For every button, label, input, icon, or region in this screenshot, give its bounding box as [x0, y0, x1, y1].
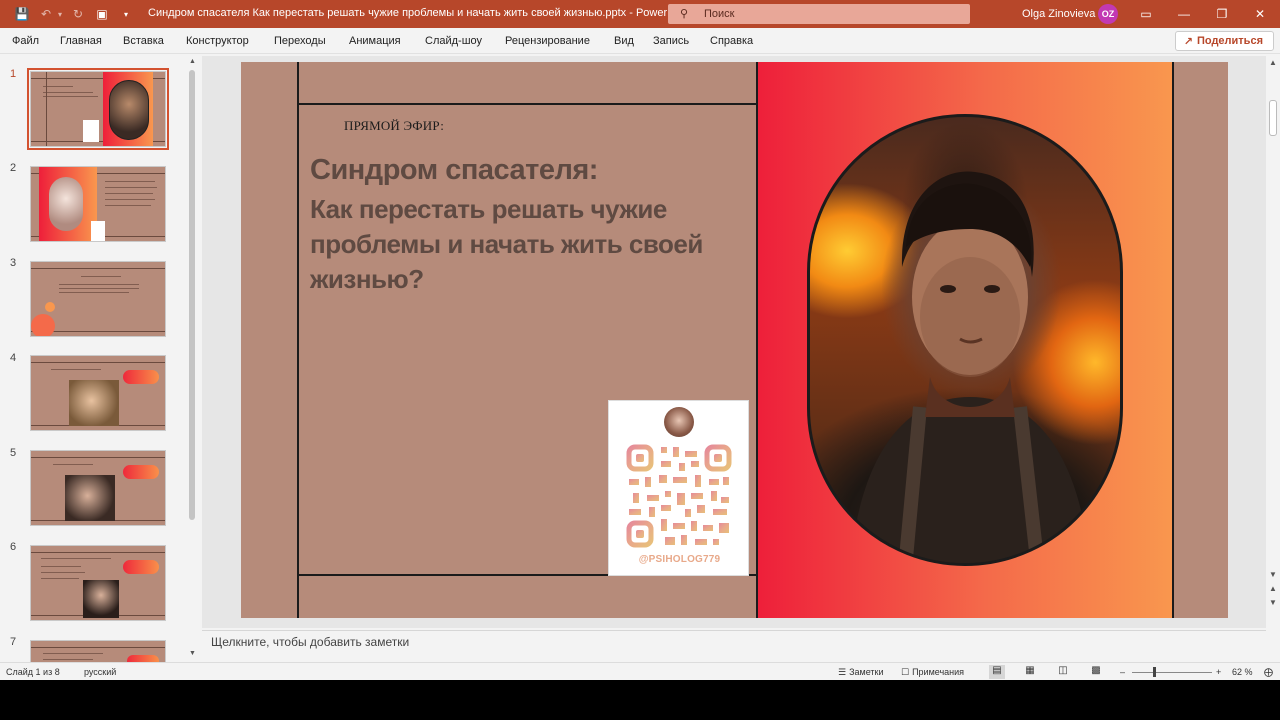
slide-counter: Слайд 1 из 8: [6, 667, 60, 677]
zoom-in-icon[interactable]: +: [1216, 667, 1221, 677]
thumbnail-number: 4: [10, 352, 17, 364]
frame-line: [1172, 62, 1174, 618]
scroll-down-icon[interactable]: ▼: [1269, 570, 1277, 579]
redo-icon[interactable]: ↻: [70, 6, 86, 22]
notes-placeholder: Щелкните, чтобы добавить заметки: [211, 635, 410, 649]
share-icon: ↗: [1183, 35, 1193, 48]
slide-thumbnail-4[interactable]: [30, 355, 166, 431]
previous-slide-icon[interactable]: ▲: [1269, 584, 1277, 593]
reading-view-icon[interactable]: ◫: [1055, 665, 1071, 679]
ribbon-display-icon[interactable]: ▭: [1136, 4, 1156, 24]
comments-button[interactable]: ☐ Примечания: [901, 665, 964, 679]
zoom-slider-thumb[interactable]: [1153, 667, 1156, 677]
slide-subtitle[interactable]: Как перестать решать чужие проблемы и на…: [310, 192, 730, 297]
zoom-level[interactable]: 62 %: [1232, 667, 1253, 677]
thumbnail-number: 1: [10, 68, 17, 80]
qr-card[interactable]: @PSIHOLOG779: [608, 400, 749, 576]
close-icon[interactable]: ✕: [1250, 4, 1270, 24]
frame-line: [297, 103, 757, 105]
next-slide-icon[interactable]: ▼: [1269, 598, 1277, 607]
comment-icon: ☐: [901, 666, 910, 677]
tab-design[interactable]: Конструктор: [186, 35, 249, 47]
slide-kicker[interactable]: ПРЯМОЙ ЭФИР:: [344, 118, 444, 134]
slide-thumbnail-1[interactable]: [27, 68, 169, 150]
slide-thumbnails-pane: 1 2 3 4 5 6 7: [0, 56, 201, 662]
portrait-photo[interactable]: [807, 114, 1123, 566]
slide-thumbnail-2[interactable]: [30, 166, 166, 242]
scroll-up-icon[interactable]: ▲: [189, 58, 196, 65]
slide-thumbnail-6[interactable]: [30, 545, 166, 621]
qr-handle: @PSIHOLOG779: [638, 554, 721, 565]
user-name[interactable]: Olga Zinovieva: [1022, 8, 1095, 20]
tab-insert[interactable]: Вставка: [123, 35, 164, 47]
tab-file[interactable]: Файл: [12, 35, 39, 47]
present-icon[interactable]: ▣: [94, 6, 110, 22]
tab-view[interactable]: Вид: [614, 35, 634, 47]
powerpoint-window: 💾 ↶ ▾ ↻ ▣ ▾ Синдром спасателя Как перест…: [0, 0, 1280, 680]
tab-transitions[interactable]: Переходы: [274, 35, 326, 47]
thumbnail-number: 6: [10, 541, 17, 553]
profile-photo: [664, 407, 694, 437]
notes-button-label: Заметки: [849, 667, 884, 677]
save-icon[interactable]: 💾: [14, 6, 30, 22]
thumbnail-number: 7: [10, 636, 17, 648]
search-icon: ⚲: [680, 8, 689, 20]
frame-line: [297, 62, 299, 618]
editor-scroll-thumb[interactable]: [1269, 100, 1277, 136]
tab-slideshow[interactable]: Слайд-шоу: [425, 35, 482, 47]
editor-scrollbar[interactable]: ▲ ▼ ▲ ▼: [1266, 56, 1280, 616]
thumbnail-number: 5: [10, 447, 17, 459]
slide-thumbnail-7[interactable]: [30, 640, 166, 662]
thumbnails-scrollbar[interactable]: ▲ ▼: [187, 58, 199, 660]
tab-help[interactable]: Справка: [710, 35, 753, 47]
frame-line: [756, 62, 758, 618]
thumbnail-number: 3: [10, 257, 17, 269]
tab-review[interactable]: Рецензирование: [505, 35, 590, 47]
zoom-out-icon[interactable]: –: [1120, 667, 1125, 677]
normal-view-icon[interactable]: ▤: [989, 665, 1005, 679]
current-slide[interactable]: ПРЯМОЙ ЭФИР: Синдром спасателя: Как пере…: [241, 62, 1228, 618]
search-placeholder: Поиск: [704, 8, 735, 20]
language-indicator[interactable]: русский: [84, 667, 116, 677]
share-button[interactable]: ↗ Поделиться: [1174, 31, 1274, 51]
avatar[interactable]: OZ: [1098, 4, 1118, 24]
slide-sorter-icon[interactable]: ▦: [1022, 665, 1038, 679]
thumbnails-scroll-thumb[interactable]: [189, 70, 195, 520]
search-input[interactable]: ⚲ Поиск: [668, 4, 970, 24]
thumbnail-number: 2: [10, 162, 17, 174]
comments-button-label: Примечания: [912, 667, 965, 677]
title-bar: 💾 ↶ ▾ ↻ ▣ ▾ Синдром спасателя Как перест…: [0, 0, 1280, 28]
minimize-icon[interactable]: —: [1174, 4, 1194, 24]
notes-icon: ☰: [838, 666, 847, 677]
slideshow-view-icon[interactable]: ▩: [1088, 665, 1104, 679]
undo-dropdown-icon[interactable]: ▾: [52, 6, 68, 22]
tab-home[interactable]: Главная: [60, 35, 102, 47]
tab-animations[interactable]: Анимация: [349, 35, 401, 47]
qr-code-icon: [626, 444, 732, 548]
scroll-down-icon[interactable]: ▼: [189, 650, 196, 657]
maximize-icon[interactable]: ❐: [1212, 4, 1232, 24]
slide-title[interactable]: Синдром спасателя:: [310, 154, 598, 186]
tab-record[interactable]: Запись: [653, 35, 689, 47]
document-title: Синдром спасателя Как перестать решать ч…: [148, 7, 693, 19]
fit-to-window-icon[interactable]: ⨁: [1264, 667, 1273, 678]
notes-pane[interactable]: Щелкните, чтобы добавить заметки: [202, 630, 1266, 652]
ribbon-tabs: Файл Главная Вставка Конструктор Переход…: [0, 28, 1280, 54]
scroll-up-icon[interactable]: ▲: [1269, 58, 1277, 67]
slide-thumbnail-5[interactable]: [30, 450, 166, 526]
zoom-slider[interactable]: [1132, 672, 1212, 673]
share-label: Поделиться: [1196, 35, 1263, 47]
notes-button[interactable]: ☰ Заметки: [838, 665, 884, 679]
customize-toolbar-icon[interactable]: ▾: [118, 6, 134, 22]
status-bar: Слайд 1 из 8 русский ☰ Заметки ☐ Примеча…: [0, 662, 1280, 680]
slide-thumbnail-3[interactable]: [30, 261, 166, 337]
